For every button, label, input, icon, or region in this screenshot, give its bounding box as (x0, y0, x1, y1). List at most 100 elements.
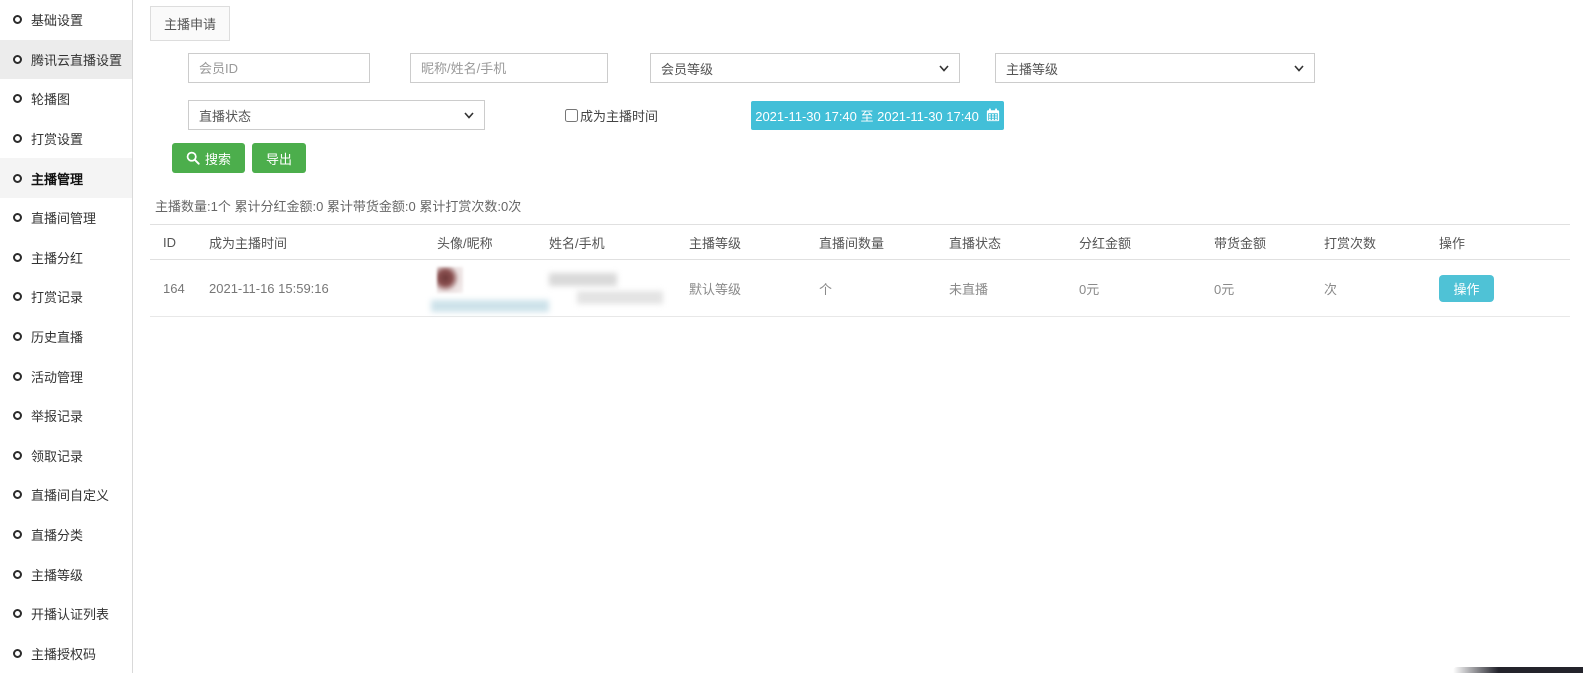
action-buttons: 搜索 导出 (172, 143, 306, 173)
sidebar-item-label: 轮播图 (31, 89, 70, 108)
nickname-name-phone-input[interactable] (410, 53, 608, 83)
sidebar-item-liveroom-management[interactable]: 直播间管理 (0, 198, 132, 238)
nickname-redacted (431, 300, 549, 312)
become-anchor-time-label: 成为主播时间 (580, 106, 658, 125)
search-button[interactable]: 搜索 (172, 143, 245, 173)
become-anchor-time-toggle[interactable]: 成为主播时间 (565, 106, 658, 125)
sidebar-item-label: 活动管理 (31, 367, 83, 386)
date-range-text: 2021-11-30 17:40 至 2021-11-30 17:40 (755, 106, 979, 125)
sidebar: 基础设置 腾讯云直播设置 轮播图 打赏设置 主播管理 直播间管理 主播分红 打赏… (0, 0, 133, 673)
col-action: 操作 (1439, 225, 1570, 260)
cell-action: 操作 (1439, 260, 1570, 317)
sidebar-item-label: 打赏设置 (31, 129, 83, 148)
export-button[interactable]: 导出 (252, 143, 306, 173)
circle-icon (13, 292, 22, 301)
circle-icon (13, 253, 22, 262)
sidebar-item-activity-management[interactable]: 活动管理 (0, 356, 132, 396)
sidebar-item-live-category[interactable]: 直播分类 (0, 515, 132, 555)
become-anchor-time-checkbox[interactable] (565, 109, 578, 122)
search-icon (186, 151, 200, 165)
cell-id: 164 (150, 260, 209, 317)
date-range-button[interactable]: 2021-11-30 17:40 至 2021-11-30 17:40 (751, 101, 1004, 130)
live-status-select[interactable]: 直播状态 (188, 100, 485, 130)
sidebar-item-label: 直播间自定义 (31, 485, 109, 504)
sidebar-item-anchor-level[interactable]: 主播等级 (0, 554, 132, 594)
circle-icon (13, 451, 22, 460)
sidebar-item-label: 主播管理 (31, 169, 83, 188)
circle-icon (13, 134, 22, 143)
cell-dividend: 0元 (1079, 260, 1214, 317)
cell-goods-amount: 0元 (1214, 260, 1324, 317)
export-button-label: 导出 (266, 149, 292, 168)
col-room-count: 直播间数量 (819, 225, 949, 260)
row-action-button[interactable]: 操作 (1439, 275, 1494, 302)
circle-icon (13, 55, 22, 64)
sidebar-item-label: 直播分类 (31, 525, 83, 544)
sidebar-item-label: 基础设置 (31, 10, 83, 29)
cell-reward-count: 次 (1324, 260, 1439, 317)
circle-icon (13, 174, 22, 183)
sidebar-item-carousel[interactable]: 轮播图 (0, 79, 132, 119)
sidebar-item-history-live[interactable]: 历史直播 (0, 317, 132, 357)
col-anchor-level: 主播等级 (689, 225, 819, 260)
sidebar-item-liveroom-custom[interactable]: 直播间自定义 (0, 475, 132, 515)
avatar (437, 267, 463, 293)
sidebar-item-label: 开播认证列表 (31, 604, 109, 623)
member-id-input[interactable] (188, 53, 370, 83)
circle-icon (13, 94, 22, 103)
chevron-down-icon (464, 110, 474, 120)
circle-icon (13, 332, 22, 341)
circle-icon (13, 530, 22, 539)
filter-row-1: 会员等级 主播等级 (188, 53, 1315, 83)
sidebar-item-label: 腾讯云直播设置 (31, 50, 122, 69)
sidebar-item-claim-records[interactable]: 领取记录 (0, 436, 132, 476)
sidebar-item-label: 主播分红 (31, 248, 83, 267)
circle-icon (13, 372, 22, 381)
anchor-level-select[interactable]: 主播等级 (995, 53, 1315, 83)
sidebar-item-reward-records[interactable]: 打赏记录 (0, 277, 132, 317)
filter-row-2: 直播状态 成为主播时间 2021-11-30 17:40 至 2021-11-3… (188, 100, 1315, 130)
circle-icon (13, 649, 22, 658)
filter-panel: 会员等级 主播等级 直播状态 成为主播时间 2021-11-30 (188, 53, 1315, 130)
sidebar-item-label: 历史直播 (31, 327, 83, 346)
cell-live-status: 未直播 (949, 260, 1079, 317)
circle-icon (13, 411, 22, 420)
circle-icon (13, 213, 22, 222)
col-goods-amount: 带货金额 (1214, 225, 1324, 260)
circle-icon (13, 570, 22, 579)
sidebar-item-reward-settings[interactable]: 打赏设置 (0, 119, 132, 159)
col-live-status: 直播状态 (949, 225, 1079, 260)
phone-redacted (577, 291, 663, 304)
calendar-icon (986, 108, 1000, 122)
summary-text: 主播数量:1个 累计分红金额:0 累计带货金额:0 累计打赏次数:0次 (155, 196, 521, 215)
corner-overlay (1453, 667, 1583, 673)
col-name-phone: 姓名/手机 (549, 225, 689, 260)
tab-anchor-apply[interactable]: 主播申请 (150, 6, 230, 41)
name-redacted (549, 273, 617, 286)
cell-room-count: 个 (819, 260, 949, 317)
table-row: 164 2021-11-16 15:59:16 默认等级 个 未直播 0元 0元… (150, 260, 1570, 317)
member-level-select[interactable]: 会员等级 (650, 53, 960, 83)
sidebar-item-anchor-management[interactable]: 主播管理 (0, 158, 132, 198)
col-dividend: 分红金额 (1079, 225, 1214, 260)
anchor-level-selected-value: 主播等级 (1006, 59, 1058, 78)
anchors-table: ID 成为主播时间 头像/昵称 姓名/手机 主播等级 直播间数量 直播状态 分红… (150, 224, 1570, 317)
cell-avatar-nick (437, 260, 549, 317)
col-reward-count: 打赏次数 (1324, 225, 1439, 260)
circle-icon (13, 609, 22, 618)
chevron-down-icon (939, 63, 949, 73)
sidebar-item-report-records[interactable]: 举报记录 (0, 396, 132, 436)
sidebar-item-label: 领取记录 (31, 446, 83, 465)
search-button-label: 搜索 (205, 149, 231, 168)
sidebar-item-label: 打赏记录 (31, 287, 83, 306)
sidebar-item-broadcast-cert-list[interactable]: 开播认证列表 (0, 594, 132, 634)
sidebar-item-tencent-live-settings[interactable]: 腾讯云直播设置 (0, 40, 132, 80)
sidebar-item-basic-settings[interactable]: 基础设置 (0, 0, 132, 40)
sidebar-item-label: 直播间管理 (31, 208, 96, 227)
col-avatar-nick: 头像/昵称 (437, 225, 549, 260)
sidebar-item-anchor-dividend[interactable]: 主播分红 (0, 238, 132, 278)
col-become-time: 成为主播时间 (209, 225, 437, 260)
col-id: ID (150, 225, 209, 260)
cell-become-time: 2021-11-16 15:59:16 (209, 260, 437, 317)
sidebar-item-anchor-auth-code[interactable]: 主播授权码 (0, 634, 132, 673)
